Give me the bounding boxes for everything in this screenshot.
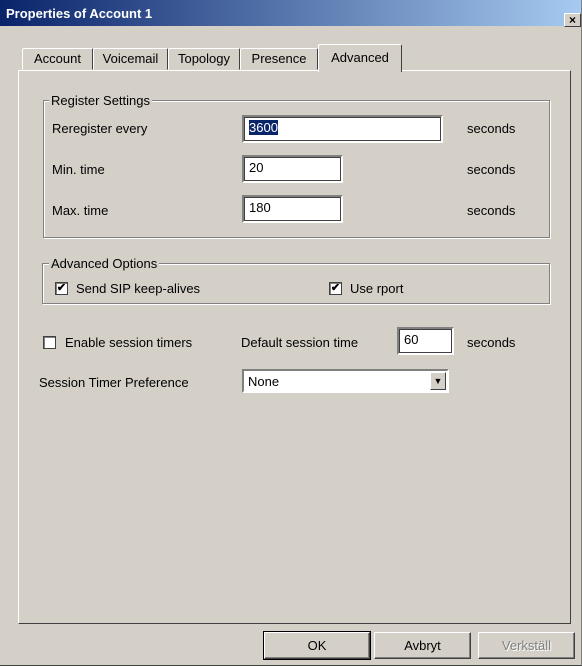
- title-bar[interactable]: Properties of Account 1: [0, 0, 581, 26]
- check-icon: ✔: [330, 282, 341, 294]
- reregister-label: Reregister every: [52, 121, 148, 136]
- default-session-time-unit: seconds: [467, 335, 516, 350]
- tab-account[interactable]: Account: [22, 48, 93, 70]
- rport-label: Use rport: [350, 281, 404, 296]
- enable-session-timers-checkbox[interactable]: [43, 336, 56, 349]
- tab-topology[interactable]: Topology: [168, 48, 240, 70]
- register-settings-legend: Register Settings: [49, 93, 152, 108]
- reregister-input[interactable]: 3600: [242, 115, 443, 143]
- check-icon: ✔: [56, 282, 67, 294]
- max-time-input[interactable]: 180: [242, 195, 343, 223]
- max-time-label: Max. time: [52, 203, 109, 218]
- apply-button[interactable]: Verkställ: [478, 632, 575, 659]
- min-time-input[interactable]: 20: [242, 155, 343, 183]
- window-title: Properties of Account 1: [6, 6, 153, 21]
- keepalive-label: Send SIP keep-alives: [76, 281, 201, 296]
- cancel-button[interactable]: Avbryt: [374, 632, 471, 659]
- ok-button[interactable]: OK: [263, 631, 371, 660]
- tab-advanced[interactable]: Advanced: [318, 44, 402, 72]
- rport-checkbox[interactable]: ✔: [329, 282, 342, 295]
- close-icon: ×: [568, 13, 576, 27]
- default-session-time-label: Default session time: [241, 335, 359, 350]
- tab-voicemail[interactable]: Voicemail: [93, 48, 168, 70]
- chevron-down-icon: ▼: [433, 376, 443, 386]
- keepalive-checkbox[interactable]: ✔: [55, 282, 68, 295]
- close-button[interactable]: ×: [564, 13, 581, 27]
- session-timer-preference-label: Session Timer Preference: [39, 375, 189, 390]
- reregister-value: 3600: [249, 120, 278, 135]
- reregister-unit: seconds: [467, 121, 516, 136]
- session-timer-preference-value: None: [248, 374, 280, 389]
- enable-session-timers-label: Enable session timers: [65, 335, 193, 350]
- min-time-unit: seconds: [467, 162, 516, 177]
- properties-dialog: Properties of Account 1 × Account Voicem…: [0, 0, 582, 666]
- tab-panel-advanced: Register Settings Reregister every 3600 …: [18, 70, 571, 624]
- max-time-unit: seconds: [467, 203, 516, 218]
- min-time-label: Min. time: [52, 162, 105, 177]
- dropdown-arrow[interactable]: ▼: [430, 372, 446, 390]
- session-timer-preference-select[interactable]: None ▼: [242, 369, 449, 393]
- default-session-time-input[interactable]: 60: [397, 327, 454, 355]
- advanced-options-legend: Advanced Options: [49, 256, 160, 271]
- tab-presence[interactable]: Presence: [240, 48, 318, 70]
